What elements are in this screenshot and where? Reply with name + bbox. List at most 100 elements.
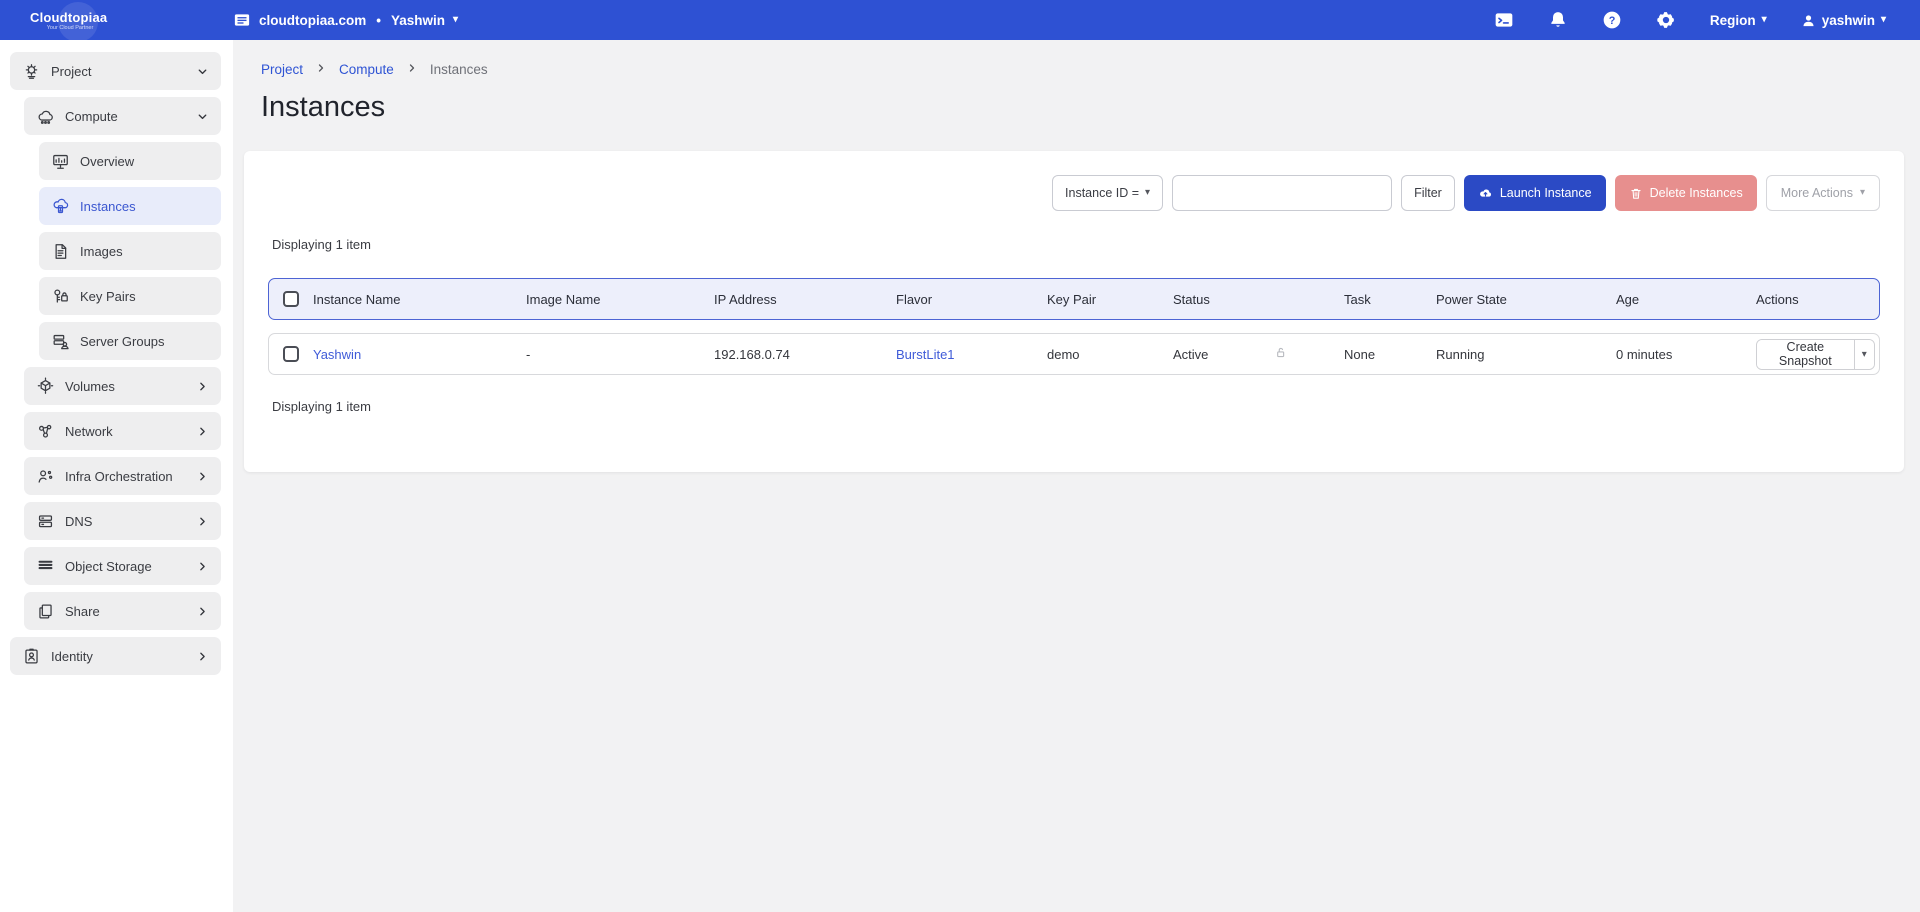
status-cell: Active — [1173, 347, 1273, 362]
window-list-icon — [233, 11, 251, 29]
image-name-cell: - — [526, 347, 714, 362]
key-pairs-icon — [51, 287, 70, 306]
svg-text:?: ? — [1609, 15, 1616, 27]
sidebar-item-label: Infra Orchestration — [65, 469, 186, 484]
more-actions-label: More Actions — [1781, 186, 1853, 200]
chevron-right-icon — [196, 560, 209, 573]
delete-instances-button[interactable]: Delete Instances — [1615, 175, 1757, 211]
sidebar-item-label: Compute — [65, 109, 186, 124]
sidebar-item-share[interactable]: Share — [24, 592, 221, 630]
sidebar-item-identity[interactable]: Identity — [10, 637, 221, 675]
table-toolbar: Instance ID = ▾ Filter Launch Instance D… — [268, 175, 1880, 211]
sidebar-item-label: Object Storage — [65, 559, 186, 574]
chevron-right-icon — [196, 515, 209, 528]
lock-open-icon — [1273, 345, 1344, 363]
breadcrumb-compute[interactable]: Compute — [339, 62, 394, 77]
chevron-right-icon — [196, 425, 209, 438]
instances-panel: Instance ID = ▾ Filter Launch Instance D… — [244, 151, 1904, 472]
breadcrumb-instances: Instances — [430, 62, 488, 77]
filter-field-dropdown[interactable]: Instance ID = ▾ — [1052, 175, 1163, 211]
project-icon — [22, 62, 41, 81]
chevron-right-icon — [406, 62, 418, 77]
chevron-right-icon — [196, 605, 209, 618]
main-content: Project Compute Instances Instances Instan… — [233, 40, 1920, 912]
sidebar-nav: Project Compute Overview Instances Images Key… — [0, 40, 233, 912]
region-dropdown[interactable]: Region ▾ — [1710, 13, 1767, 28]
sidebar-item-infra-orchestration[interactable]: Infra Orchestration — [24, 457, 221, 495]
chevron-right-icon — [315, 62, 327, 77]
project-context-switcher[interactable]: cloudtopiaa.com • Yashwin ▾ — [233, 11, 458, 29]
age-cell: 0 minutes — [1616, 347, 1756, 362]
launch-instance-button[interactable]: Launch Instance — [1464, 175, 1606, 211]
chevron-down-icon: ▾ — [1881, 15, 1886, 25]
bell-icon[interactable] — [1548, 10, 1568, 30]
flavor-link[interactable]: BurstLite1 — [896, 347, 1047, 362]
filter-search-input[interactable] — [1172, 175, 1392, 211]
network-icon — [36, 422, 55, 441]
instance-name-link[interactable]: Yashwin — [313, 347, 526, 362]
sidebar-item-label: Key Pairs — [80, 289, 209, 304]
sidebar-item-overview[interactable]: Overview — [39, 142, 221, 180]
sidebar-item-compute[interactable]: Compute — [24, 97, 221, 135]
sidebar-item-project[interactable]: Project — [10, 52, 221, 90]
page-title: Instances — [261, 91, 1920, 124]
sidebar-item-label: DNS — [65, 514, 186, 529]
create-snapshot-button[interactable]: Create Snapshot — [1757, 340, 1854, 369]
table-header-row: Instance NameImage NameIP AddressFlavorK… — [268, 278, 1880, 320]
images-icon — [51, 242, 70, 261]
column-header-image-name[interactable]: Image Name — [526, 292, 714, 307]
chevron-right-icon — [196, 650, 209, 663]
chevron-right-icon — [196, 470, 209, 483]
sidebar-item-server-groups[interactable]: Server Groups — [39, 322, 221, 360]
sidebar-item-images[interactable]: Images — [39, 232, 221, 270]
sidebar-item-volumes[interactable]: Volumes — [24, 367, 221, 405]
column-header-status[interactable]: Status — [1173, 292, 1273, 307]
object-storage-icon — [36, 557, 55, 576]
table-row: Yashwin-192.168.0.74BurstLite1demoActive… — [268, 333, 1880, 375]
overview-icon — [51, 152, 70, 171]
row-checkbox[interactable] — [283, 346, 299, 362]
column-header-flavor[interactable]: Flavor — [896, 292, 1047, 307]
column-header-actions[interactable]: Actions — [1756, 292, 1879, 307]
chevron-down-icon: ▾ — [1860, 188, 1865, 198]
sidebar-item-object-storage[interactable]: Object Storage — [24, 547, 221, 585]
dns-icon — [36, 512, 55, 531]
region-label: Region — [1710, 13, 1756, 28]
sidebar-item-dns[interactable]: DNS — [24, 502, 221, 540]
logo-tagline: Your Cloud Partner — [30, 25, 110, 31]
breadcrumb: Project Compute Instances — [233, 40, 1920, 77]
column-header-ip-address[interactable]: IP Address — [714, 292, 896, 307]
filter-button[interactable]: Filter — [1401, 175, 1455, 211]
sidebar-item-network[interactable]: Network — [24, 412, 221, 450]
action-dropdown-toggle[interactable]: ▾ — [1854, 340, 1874, 369]
sidebar-item-label: Identity — [51, 649, 186, 664]
help-icon[interactable]: ? — [1602, 10, 1622, 30]
column-header-key-pair[interactable]: Key Pair — [1047, 292, 1173, 307]
console-icon[interactable] — [1494, 10, 1514, 30]
column-header-power-state[interactable]: Power State — [1436, 292, 1616, 307]
sidebar-item-label: Instances — [80, 199, 209, 214]
sidebar-item-label: Network — [65, 424, 186, 439]
column-header-age[interactable]: Age — [1616, 292, 1756, 307]
brand-logo[interactable]: Cloudtopiaa Your Cloud Partner — [0, 10, 233, 31]
more-actions-button[interactable]: More Actions ▾ — [1766, 175, 1880, 211]
sidebar-item-instances[interactable]: Instances — [39, 187, 221, 225]
row-actions: Create Snapshot▾ — [1756, 339, 1879, 370]
volumes-icon — [36, 377, 55, 396]
server-groups-icon — [51, 332, 70, 351]
task-cell: None — [1344, 347, 1436, 362]
item-count-top: Displaying 1 item — [272, 237, 1880, 252]
logo-title: Cloudtopiaa — [30, 10, 233, 25]
sidebar-item-label: Project — [51, 64, 186, 79]
column-header-task[interactable]: Task — [1344, 292, 1436, 307]
select-all-checkbox[interactable] — [283, 291, 299, 307]
sidebar-item-label: Server Groups — [80, 334, 209, 349]
user-icon — [1801, 13, 1816, 28]
chevron-right-icon — [196, 380, 209, 393]
column-header-instance-name[interactable]: Instance Name — [313, 292, 526, 307]
sidebar-item-key-pairs[interactable]: Key Pairs — [39, 277, 221, 315]
settings-gear-icon[interactable] — [1656, 10, 1676, 30]
breadcrumb-project[interactable]: Project — [261, 62, 303, 77]
sidebar-item-label: Share — [65, 604, 186, 619]
user-menu[interactable]: yashwin ▾ — [1801, 13, 1886, 28]
